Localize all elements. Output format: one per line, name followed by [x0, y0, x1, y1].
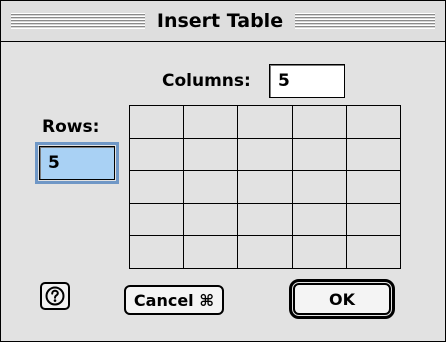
grid-cell[interactable] — [130, 171, 185, 204]
title-bar-stripes-right — [295, 13, 435, 29]
grid-cell[interactable] — [346, 203, 401, 237]
columns-input[interactable]: 5 — [269, 64, 345, 98]
help-button[interactable] — [40, 282, 70, 310]
table-grid-preview[interactable] — [129, 105, 401, 269]
grid-cell[interactable] — [184, 236, 239, 269]
rows-label: Rows: — [42, 117, 100, 137]
cancel-button[interactable]: Cancel ⌘ — [124, 285, 224, 315]
grid-cell[interactable] — [292, 236, 347, 269]
grid-cell[interactable] — [184, 106, 239, 139]
grid-cell[interactable] — [184, 203, 239, 237]
grid-cell[interactable] — [346, 106, 401, 139]
grid-cell[interactable] — [130, 236, 185, 269]
grid-cell[interactable] — [238, 236, 293, 269]
grid-cell[interactable] — [292, 171, 347, 204]
grid-cell[interactable] — [292, 106, 347, 139]
grid-cell[interactable] — [184, 171, 239, 204]
grid-cell[interactable] — [292, 138, 347, 172]
grid-cell[interactable] — [184, 138, 239, 172]
ok-button[interactable]: OK — [293, 283, 391, 315]
rows-input[interactable]: 5 — [35, 142, 119, 184]
grid-cell[interactable] — [238, 171, 293, 204]
columns-label: Columns: — [162, 71, 251, 91]
title-bar[interactable]: Insert Table — [1, 1, 445, 42]
insert-table-dialog: Insert Table Columns: 5 Rows: 5 Cancel ⌘… — [0, 0, 446, 342]
grid-cell[interactable] — [346, 236, 401, 269]
grid-cell[interactable] — [346, 171, 401, 204]
grid-cell[interactable] — [130, 203, 185, 237]
help-icon — [45, 286, 65, 306]
grid-cell[interactable] — [130, 138, 185, 172]
grid-cell[interactable] — [238, 106, 293, 139]
grid-cell[interactable] — [130, 106, 185, 139]
grid-cell[interactable] — [292, 203, 347, 237]
grid-cell[interactable] — [238, 203, 293, 237]
grid-cell[interactable] — [346, 138, 401, 172]
grid-cell[interactable] — [238, 138, 293, 172]
dialog-title: Insert Table — [156, 10, 284, 32]
title-bar-stripes-left — [11, 13, 145, 29]
